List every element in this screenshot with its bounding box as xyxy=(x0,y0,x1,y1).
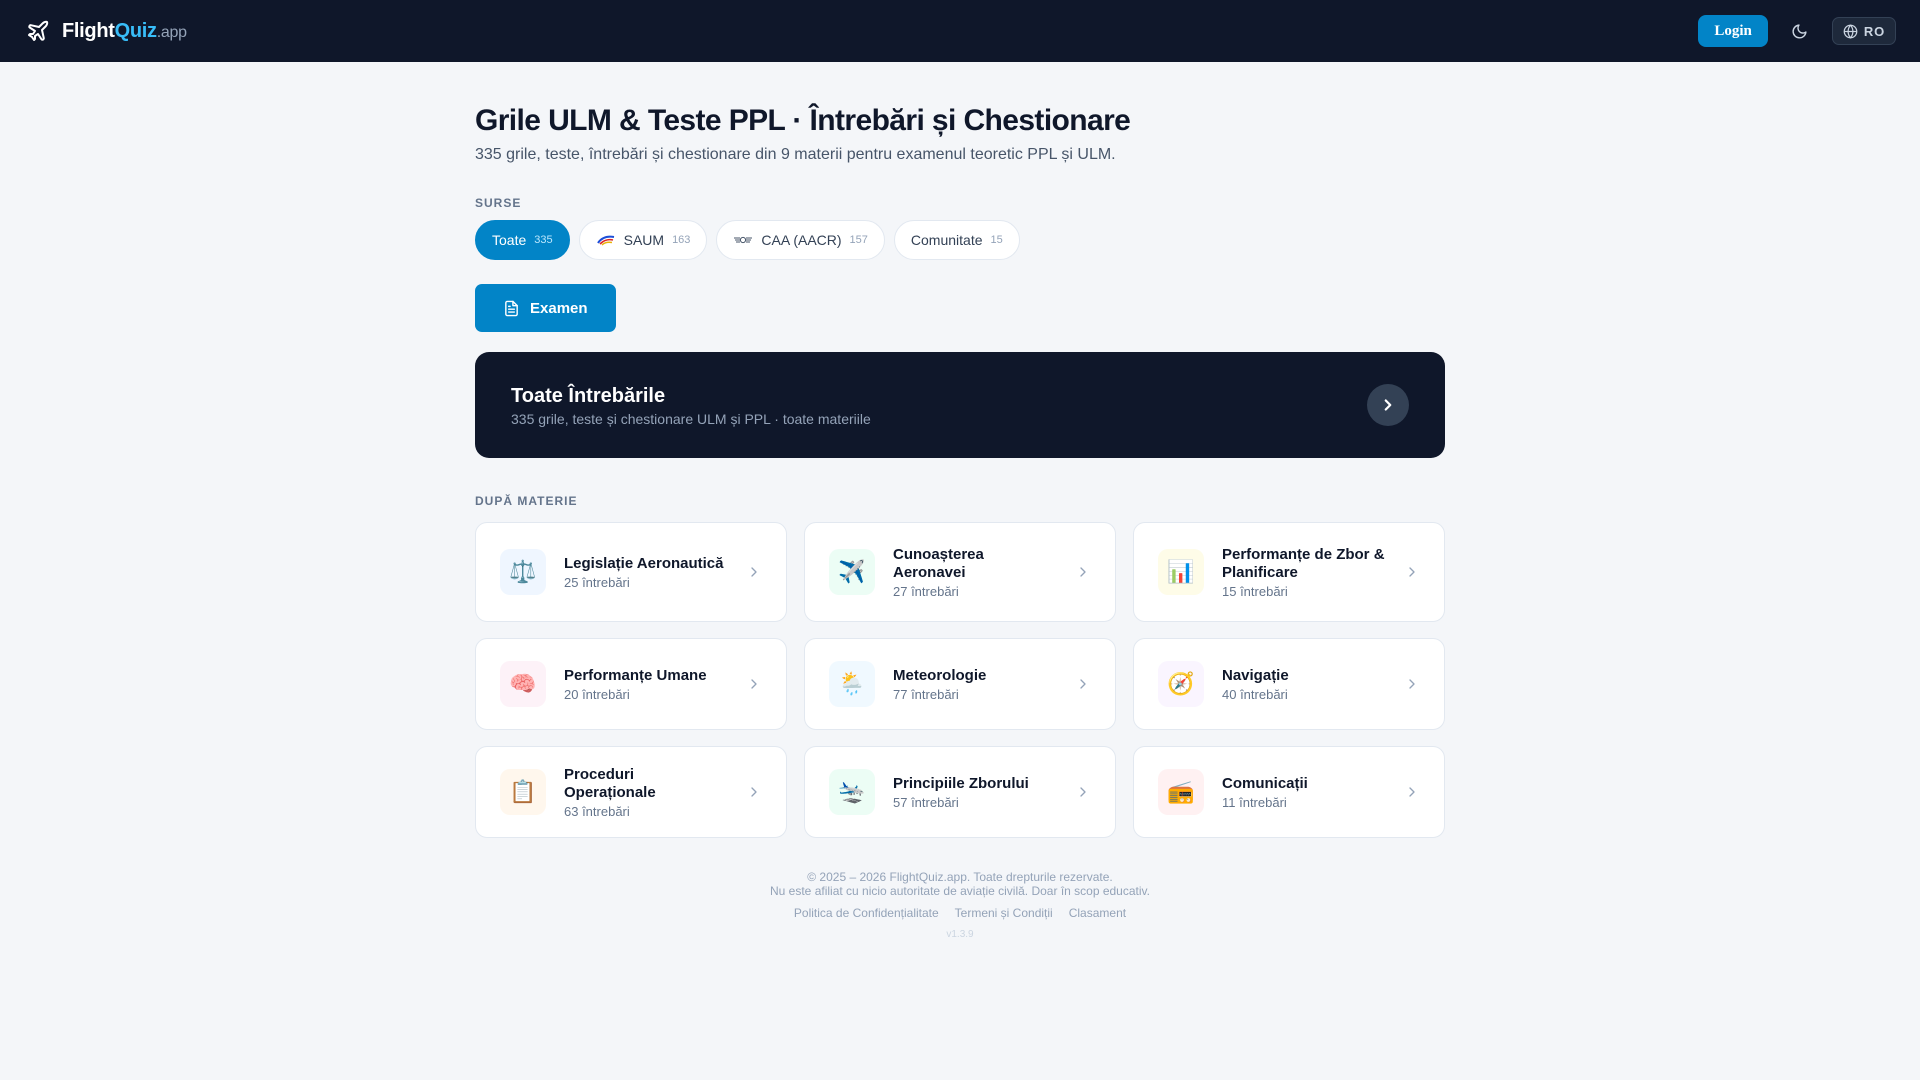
exam-button-label: Examen xyxy=(530,299,588,317)
source-chip-toate[interactable]: Toate 335 xyxy=(475,220,570,260)
page-subtitle: 335 grile, teste, întrebări și chestiona… xyxy=(475,146,1116,163)
source-chip-label: SAUM xyxy=(623,232,665,248)
subject-title: Legislație Aeronautică xyxy=(564,554,724,572)
brand-name-domain: .app xyxy=(156,23,187,41)
source-chip-caa[interactable]: CAA (AACR) 157 xyxy=(716,220,885,260)
airplane-logo-icon xyxy=(26,19,50,43)
subject-card-legislatie[interactable]: ⚖️ Legislație Aeronautică 25 întrebări xyxy=(475,522,787,622)
brand-name-quiz: Quiz xyxy=(114,19,157,42)
source-chip-comunitate[interactable]: Comunitate 15 xyxy=(893,220,1020,260)
subject-count: 77 întrebări xyxy=(893,686,959,702)
source-filter-chips: Toate 335 SAUM 163 CAA (AACR) 157 Comuni… xyxy=(475,220,1445,260)
caa-wings-logo-icon xyxy=(733,234,753,246)
subject-card-meteorologie[interactable]: 🌦️ Meteorologie 77 întrebări xyxy=(804,638,1116,730)
radio-icon: 📻 xyxy=(1158,769,1204,815)
chevron-right-icon xyxy=(1075,564,1091,580)
language-selector[interactable]: RO xyxy=(1831,17,1896,45)
source-chip-label: Toate xyxy=(492,232,527,248)
brand-name: FlightQuiz.app xyxy=(62,20,187,43)
all-questions-text: Toate Întrebările 335 grile, teste și ch… xyxy=(511,383,871,427)
subject-count: 20 întrebări xyxy=(564,686,630,702)
theme-toggle-button[interactable] xyxy=(1784,15,1816,47)
chevron-right-icon xyxy=(746,784,762,800)
login-button[interactable]: Login xyxy=(1698,15,1768,47)
moon-icon xyxy=(1791,23,1808,40)
source-chip-label: CAA (AACR) xyxy=(761,232,842,248)
source-chip-count: 163 xyxy=(672,234,691,246)
language-label: RO xyxy=(1863,23,1885,39)
subjects-grid: ⚖️ Legislație Aeronautică 25 întrebări ✈️… xyxy=(475,522,1445,838)
subject-card-principiile-zborului[interactable]: 🛬 Principiile Zborului 57 întrebări xyxy=(804,746,1116,838)
chevron-right-icon xyxy=(1404,784,1420,800)
app-version: v1.3.9 xyxy=(946,929,974,940)
terms-link[interactable]: Termeni și Condiții xyxy=(955,906,1053,920)
compass-icon: 🧭 xyxy=(1158,661,1204,707)
document-icon xyxy=(503,300,520,317)
airplane-icon: ✈️ xyxy=(829,549,875,595)
source-chip-saum[interactable]: SAUM 163 xyxy=(578,220,708,260)
subject-count: 27 întrebări xyxy=(893,583,959,599)
chevron-right-icon xyxy=(1367,384,1409,426)
subject-count: 11 întrebări xyxy=(1222,794,1287,810)
source-chip-count: 15 xyxy=(990,234,1003,246)
subject-title: Comunicații xyxy=(1222,774,1308,792)
footer-links: Politica de Confidențialitate Termeni și… xyxy=(475,906,1445,920)
subject-title: Performanțe de Zbor & Planificare xyxy=(1222,545,1385,581)
page-footer: © 2025 – 2026 FlightQuiz.app. Toate drep… xyxy=(475,870,1445,942)
bar-chart-icon: 📊 xyxy=(1158,549,1204,595)
subject-title: Meteorologie xyxy=(893,666,987,684)
page-title: Grile ULM & Teste PPL · Întrebări și Che… xyxy=(475,104,1131,137)
subject-title: Proceduri Operaționale xyxy=(564,765,656,801)
all-questions-card[interactable]: Toate Întrebările 335 grile, teste și ch… xyxy=(475,352,1445,458)
subject-title: Navigație xyxy=(1222,666,1289,684)
exam-button[interactable]: Examen xyxy=(475,284,616,332)
main-content: Grile ULM & Teste PPL · Întrebări și Che… xyxy=(475,102,1445,942)
source-chip-count: 335 xyxy=(534,234,553,246)
top-navbar: FlightQuiz.app Login RO xyxy=(0,0,1920,62)
chevron-right-icon xyxy=(1404,564,1420,580)
landing-plane-icon: 🛬 xyxy=(829,769,875,815)
privacy-policy-link[interactable]: Politica de Confidențialitate xyxy=(794,906,939,920)
subject-count: 63 întrebări xyxy=(564,803,630,819)
header-actions: Login RO xyxy=(1698,15,1896,47)
scales-icon: ⚖️ xyxy=(500,549,546,595)
subject-count: 40 întrebări xyxy=(1222,686,1288,702)
chevron-right-icon xyxy=(746,676,762,692)
sources-section-label: SURSE xyxy=(475,196,522,210)
footer-disclaimer: Nu este afiliat cu nicio autoritate de a… xyxy=(770,884,1150,898)
subject-card-comunicatii[interactable]: 📻 Comunicații 11 întrebări xyxy=(1133,746,1445,838)
all-questions-title: Toate Întrebările xyxy=(511,385,666,407)
globe-icon xyxy=(1843,23,1858,39)
subject-card-performante-umane[interactable]: 🧠 Performanțe Umane 20 întrebări xyxy=(475,638,787,730)
subject-card-performante-zbor[interactable]: 📊 Performanțe de Zbor & Planificare 15 în… xyxy=(1133,522,1445,622)
subject-card-cunoasterea-aeronavei[interactable]: ✈️ Cunoașterea Aeronavei 27 întrebări xyxy=(804,522,1116,622)
chevron-right-icon xyxy=(1075,676,1091,692)
leaderboard-link[interactable]: Clasament xyxy=(1069,906,1126,920)
weather-icon: 🌦️ xyxy=(829,661,875,707)
source-chip-count: 157 xyxy=(849,234,868,246)
subject-title: Principiile Zborului xyxy=(893,774,1029,792)
saum-logo-icon xyxy=(596,234,616,246)
brand-logo[interactable]: FlightQuiz.app xyxy=(26,19,187,43)
footer-copyright: © 2025 – 2026 FlightQuiz.app. Toate drep… xyxy=(807,870,1113,884)
subject-title: Performanțe Umane xyxy=(564,666,707,684)
chevron-right-icon xyxy=(1075,784,1091,800)
chevron-right-icon xyxy=(746,564,762,580)
subject-card-navigatie[interactable]: 🧭 Navigație 40 întrebări xyxy=(1133,638,1445,730)
subject-count: 25 întrebări xyxy=(564,574,630,590)
clipboard-icon: 📋 xyxy=(500,769,546,815)
subject-card-proceduri-operationale[interactable]: 📋 Proceduri Operaționale 63 întrebări xyxy=(475,746,787,838)
subject-title: Cunoașterea Aeronavei xyxy=(893,545,984,581)
brand-name-flight: Flight xyxy=(62,19,115,42)
chevron-right-icon xyxy=(1404,676,1420,692)
brain-icon: 🧠 xyxy=(500,661,546,707)
subjects-section-label: DUPĂ MATERIE xyxy=(475,494,578,508)
all-questions-subtitle: 335 grile, teste și chestionare ULM și P… xyxy=(511,411,871,427)
subject-count: 15 întrebări xyxy=(1222,583,1288,599)
source-chip-label: Comunitate xyxy=(910,232,983,248)
subject-count: 57 întrebări xyxy=(893,794,959,810)
